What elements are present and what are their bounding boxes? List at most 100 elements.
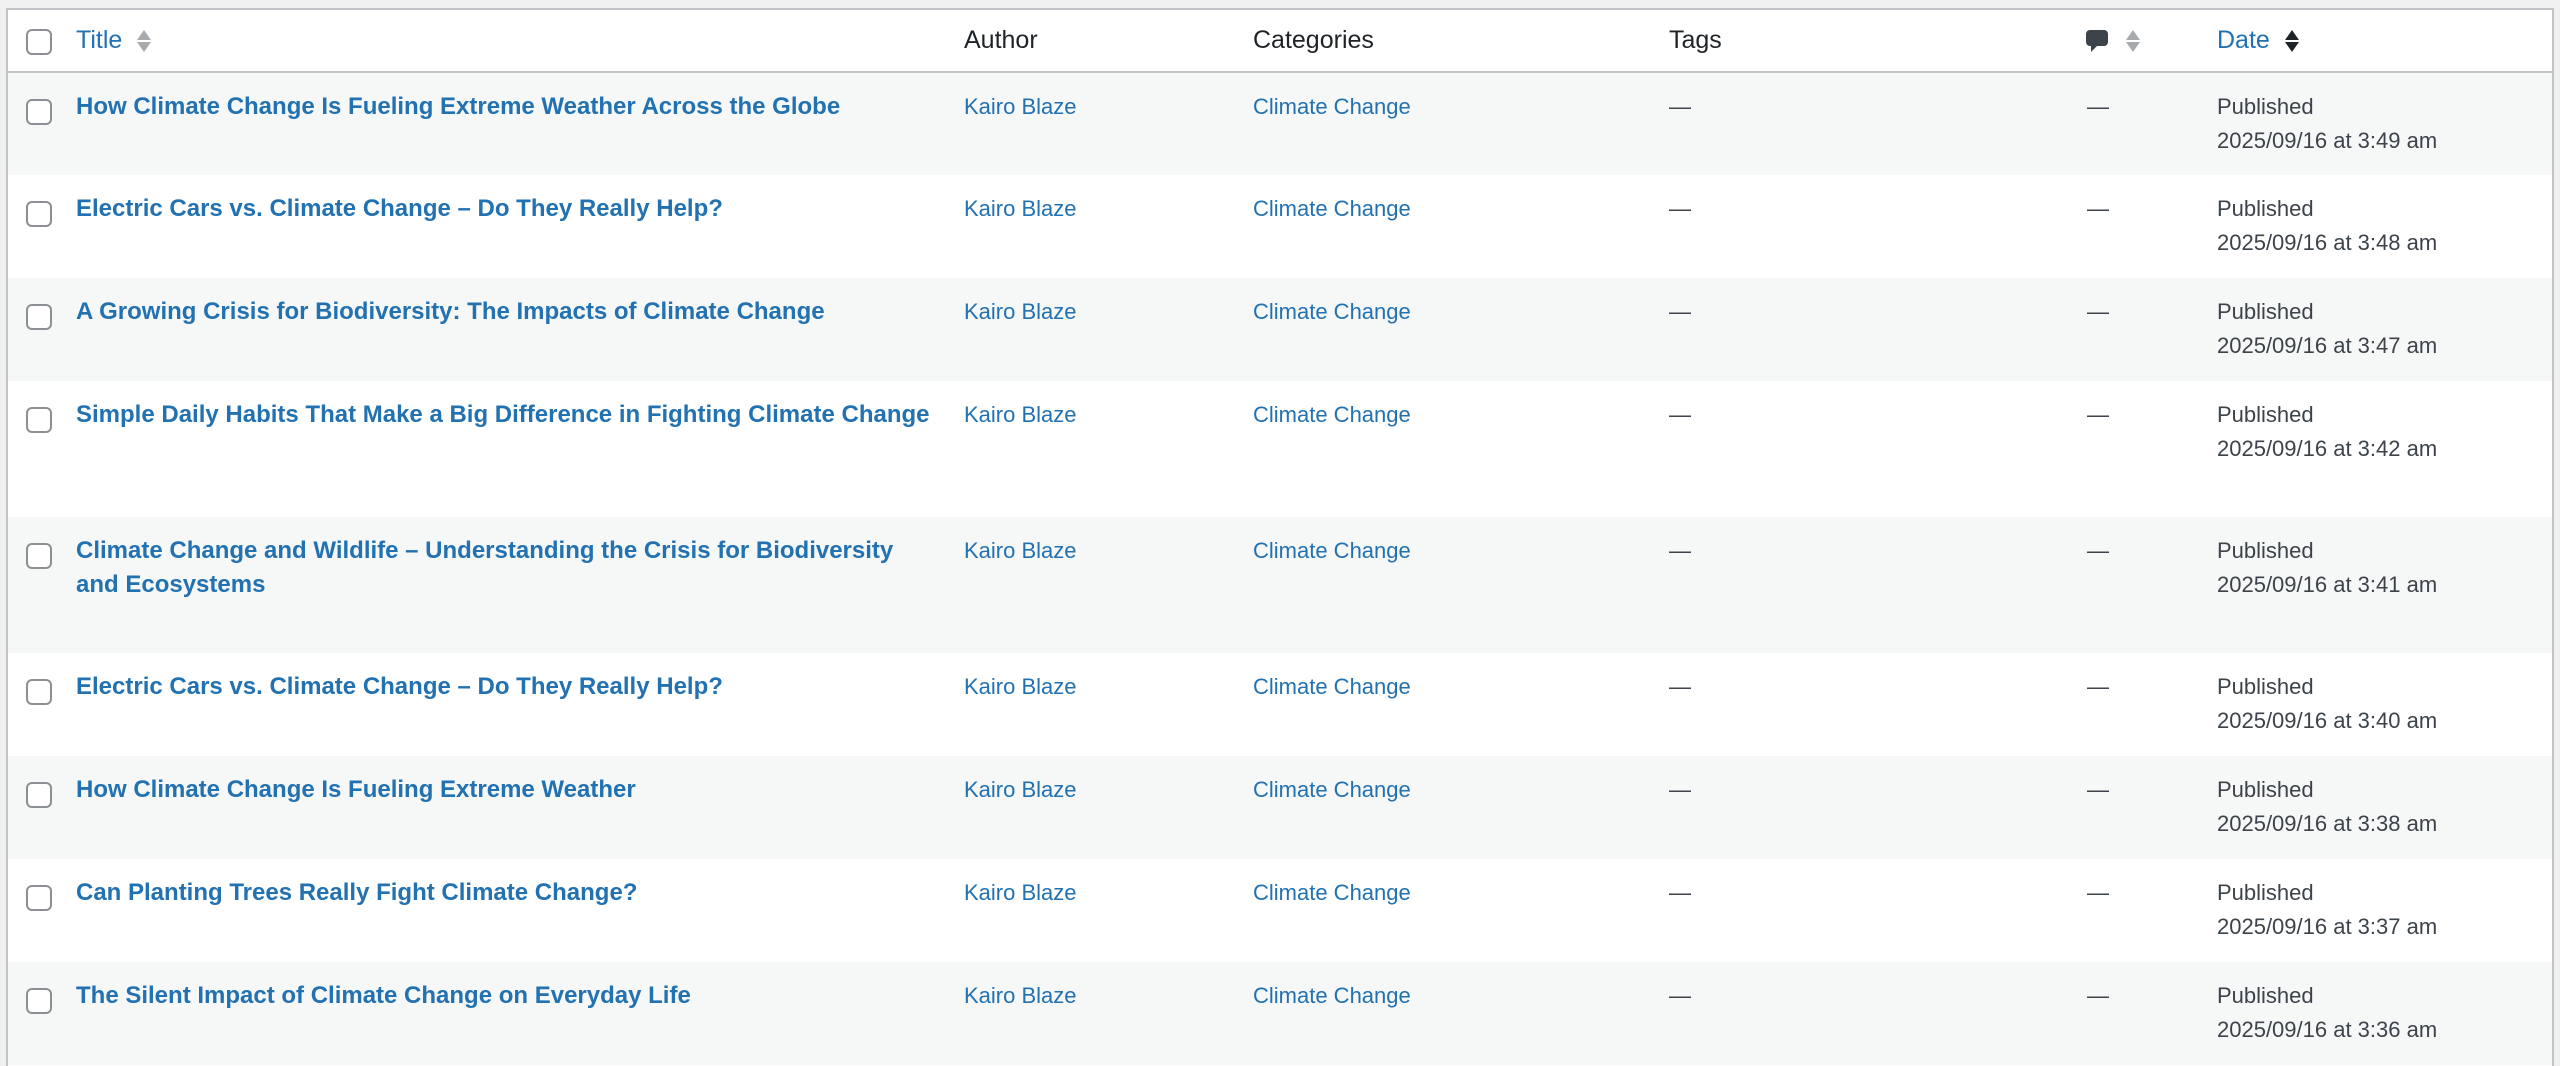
author-link[interactable]: Kairo Blaze (964, 773, 1253, 807)
post-status: Published (2217, 402, 2314, 427)
category-link[interactable]: Climate Change (1253, 90, 1669, 124)
row-date-cell: Published 2025/09/16 at 3:40 am (2217, 653, 2552, 756)
row-comments-cell: — (2085, 72, 2217, 175)
sort-arrows-icon (137, 27, 152, 55)
author-link[interactable]: Kairo Blaze (964, 876, 1253, 910)
table-row: The Silent Impact of Climate Change on E… (8, 962, 2552, 1065)
post-title-link[interactable]: Electric Cars vs. Climate Change – Do Th… (76, 192, 964, 226)
row-tags-cell: — (1669, 517, 2085, 653)
column-title: Title (76, 10, 964, 72)
column-title-label: Title (76, 25, 123, 54)
author-link[interactable]: Kairo Blaze (964, 90, 1253, 124)
column-date: Date (2217, 10, 2552, 72)
row-title-cell: Simple Daily Habits That Make a Big Diff… (76, 381, 964, 517)
row-author-cell: Kairo Blaze (964, 859, 1253, 962)
category-link[interactable]: Climate Change (1253, 192, 1669, 226)
row-checkbox[interactable] (26, 99, 52, 125)
post-title-link[interactable]: How Climate Change Is Fueling Extreme We… (76, 773, 964, 807)
row-category-cell: Climate Change (1253, 962, 1669, 1065)
sort-arrows-icon (2125, 27, 2140, 55)
author-link[interactable]: Kairo Blaze (964, 398, 1253, 432)
category-link[interactable]: Climate Change (1253, 773, 1669, 807)
row-tags-cell: — (1669, 962, 2085, 1065)
row-checkbox[interactable] (26, 201, 52, 227)
row-date-cell: Published 2025/09/16 at 3:47 am (2217, 278, 2552, 381)
post-title-link[interactable]: Can Planting Trees Really Fight Climate … (76, 876, 964, 910)
row-comments-cell: — (2085, 175, 2217, 278)
table-row: A Growing Crisis for Biodiversity: The I… (8, 278, 2552, 381)
sort-desc-icon (2284, 27, 2299, 55)
sort-by-title-link[interactable]: Title (76, 25, 152, 55)
row-category-cell: Climate Change (1253, 517, 1669, 653)
tags-value: — (1669, 983, 1691, 1008)
row-title-cell: The Silent Impact of Climate Change on E… (76, 962, 964, 1065)
row-date-cell: Published 2025/09/16 at 3:41 am (2217, 517, 2552, 653)
row-title-cell: A Growing Crisis for Biodiversity: The I… (76, 278, 964, 381)
row-date-cell: Published 2025/09/16 at 3:38 am (2217, 756, 2552, 859)
author-link[interactable]: Kairo Blaze (964, 534, 1253, 568)
sort-by-date-link[interactable]: Date (2217, 26, 2299, 54)
table-row: How Climate Change Is Fueling Extreme We… (8, 756, 2552, 859)
author-link[interactable]: Kairo Blaze (964, 295, 1253, 329)
row-checkbox[interactable] (26, 988, 52, 1014)
post-title-link[interactable]: Electric Cars vs. Climate Change – Do Th… (76, 670, 964, 704)
post-date: 2025/09/16 at 3:40 am (2217, 708, 2438, 733)
row-comments-cell: — (2085, 381, 2217, 517)
row-author-cell: Kairo Blaze (964, 175, 1253, 278)
post-title-link[interactable]: Simple Daily Habits That Make a Big Diff… (76, 398, 964, 432)
row-checkbox-cell (8, 859, 76, 962)
post-date: 2025/09/16 at 3:48 am (2217, 230, 2438, 255)
row-tags-cell: — (1669, 381, 2085, 517)
category-link[interactable]: Climate Change (1253, 670, 1669, 704)
comments-value: — (2087, 196, 2109, 221)
row-author-cell: Kairo Blaze (964, 278, 1253, 381)
row-date-cell: Published 2025/09/16 at 3:42 am (2217, 381, 2552, 517)
row-checkbox[interactable] (26, 304, 52, 330)
posts-table-container: Title Author Categories Tags Date How Cl… (6, 8, 2554, 1066)
post-title-link[interactable]: The Silent Impact of Climate Change on E… (76, 979, 964, 1013)
author-link[interactable]: Kairo Blaze (964, 979, 1253, 1013)
column-tags: Tags (1669, 26, 1722, 54)
row-checkbox[interactable] (26, 543, 52, 569)
select-all-checkbox[interactable] (26, 29, 52, 56)
row-category-cell: Climate Change (1253, 859, 1669, 962)
post-title-link[interactable]: A Growing Crisis for Biodiversity: The I… (76, 295, 964, 329)
row-checkbox[interactable] (26, 782, 52, 808)
post-status: Published (2217, 674, 2314, 699)
table-header-row: Title Author Categories Tags Date (8, 10, 2552, 72)
tags-value: — (1669, 674, 1691, 699)
author-link[interactable]: Kairo Blaze (964, 670, 1253, 704)
row-comments-cell: — (2085, 278, 2217, 381)
comments-value: — (2087, 983, 2109, 1008)
tags-value: — (1669, 299, 1691, 324)
row-tags-cell: — (1669, 859, 2085, 962)
sort-by-comments-link[interactable] (2085, 26, 2140, 54)
row-checkbox[interactable] (26, 679, 52, 705)
row-author-cell: Kairo Blaze (964, 72, 1253, 175)
post-title-link[interactable]: Climate Change and Wildlife – Understand… (76, 534, 964, 602)
comments-value: — (2087, 777, 2109, 802)
row-checkbox[interactable] (26, 407, 52, 433)
table-row: Electric Cars vs. Climate Change – Do Th… (8, 653, 2552, 756)
row-checkbox[interactable] (26, 885, 52, 911)
tags-value: — (1669, 538, 1691, 563)
row-author-cell: Kairo Blaze (964, 962, 1253, 1065)
row-checkbox-cell (8, 756, 76, 859)
row-comments-cell: — (2085, 962, 2217, 1065)
category-link[interactable]: Climate Change (1253, 534, 1669, 568)
row-tags-cell: — (1669, 653, 2085, 756)
category-link[interactable]: Climate Change (1253, 398, 1669, 432)
post-date: 2025/09/16 at 3:47 am (2217, 333, 2438, 358)
column-date-label: Date (2217, 25, 2270, 54)
category-link[interactable]: Climate Change (1253, 876, 1669, 910)
comments-value: — (2087, 674, 2109, 699)
row-category-cell: Climate Change (1253, 278, 1669, 381)
post-title-link[interactable]: How Climate Change Is Fueling Extreme We… (76, 90, 964, 124)
category-link[interactable]: Climate Change (1253, 979, 1669, 1013)
author-link[interactable]: Kairo Blaze (964, 192, 1253, 226)
comments-value: — (2087, 299, 2109, 324)
category-link[interactable]: Climate Change (1253, 295, 1669, 329)
row-author-cell: Kairo Blaze (964, 653, 1253, 756)
post-date: 2025/09/16 at 3:49 am (2217, 128, 2438, 153)
row-title-cell: Electric Cars vs. Climate Change – Do Th… (76, 653, 964, 756)
